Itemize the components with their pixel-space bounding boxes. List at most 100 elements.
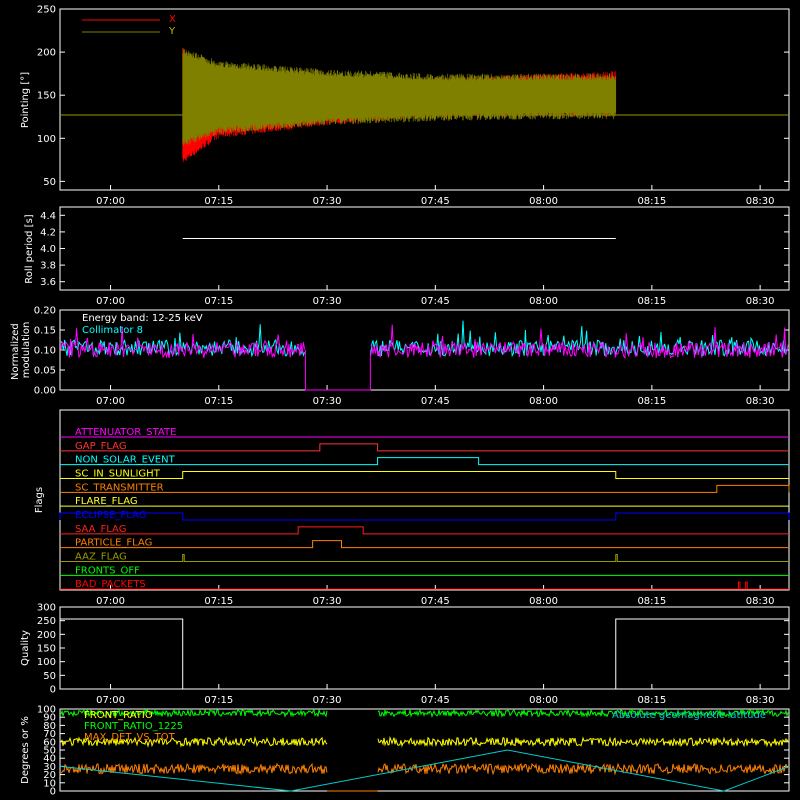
y-tick-label: 250	[37, 5, 56, 16]
flag-line	[60, 554, 789, 562]
modulation-ylabel-line1: Normalized	[10, 323, 21, 380]
y-tick-label: 300	[37, 603, 56, 614]
x-tick-label: 08:00	[529, 695, 558, 706]
y-tick-label: 3.6	[40, 277, 56, 288]
quality-panel: Quality 050100150200250300 07:00 07:15 07:…	[20, 603, 790, 706]
x-tick-label: 08:15	[637, 296, 666, 307]
x-tick-label: 07:00	[96, 196, 125, 207]
flag-label: ATTENUATOR_STATE	[75, 427, 176, 438]
x-tick-label: 08:15	[637, 596, 666, 607]
x-tick-label: 08:00	[529, 396, 558, 407]
x-tick-label: 08:00	[529, 296, 558, 307]
x-tick-label: 07:45	[421, 296, 450, 307]
x-tick-label: 07:00	[96, 596, 125, 607]
pointing-panel: Pointing [°] 50100150200250 07:00 07:15 07…	[20, 5, 790, 207]
roll-period-xaxis-ticks: 07:00 07:15 07:30 07:45 08:00 08:15 08:30	[96, 285, 775, 307]
modulation-ylabel: Normalized modulation	[10, 320, 32, 380]
quality-xaxis-ticks: 07:00 07:15 07:30 07:45 08:00 08:15 08:30	[96, 684, 775, 706]
pointing-series	[60, 47, 789, 163]
x-tick-label: 07:00	[96, 396, 125, 407]
quality-series	[60, 618, 789, 690]
y-tick-label: 0.00	[34, 386, 56, 397]
front-ratio-1225-legend: FRONT_RATIO_1225	[84, 721, 183, 732]
y-tick-label: 150	[37, 644, 56, 655]
flag-label: GAP_FLAG	[75, 441, 127, 452]
x-tick-label: 08:30	[746, 596, 775, 607]
flag-line	[60, 484, 790, 493]
y-tick-label: 100	[37, 134, 56, 145]
x-tick-label: 07:45	[421, 196, 450, 207]
max-det-legend: MAX_DET_VS_TOT	[84, 732, 176, 743]
front-ratio-legend: FRONT_RATIO	[84, 710, 153, 721]
flag-line	[60, 540, 789, 549]
x-tick-label: 07:45	[421, 596, 450, 607]
pointing-ylabel: Pointing [°]	[20, 72, 31, 128]
flag-label: FLARE_FLAG	[75, 496, 138, 507]
y-tick-label: 50	[43, 177, 56, 188]
y-tick-label: 0.05	[34, 366, 56, 377]
x-tick-label: 08:15	[637, 196, 666, 207]
pointing-legend: X Y	[82, 14, 176, 37]
modulation-ylabel-line2: modulation	[21, 322, 32, 379]
quality-ylabel: Quality	[20, 630, 31, 666]
pointing-xaxis-ticks: 07:00 07:15 07:30 07:45 08:00 08:15 08:30	[96, 185, 775, 207]
modulation-panel: Normalized modulation 0.00 0.05 0.10 0.15 0.…	[10, 306, 790, 407]
y-tick-label: 0.20	[34, 306, 56, 317]
flag-line	[60, 443, 789, 452]
y-tick-label: 100	[37, 657, 56, 668]
x-tick-label: 07:30	[313, 596, 342, 607]
x-tick-label: 08:30	[746, 396, 775, 407]
quality-yaxis-ticks: 0 50 100 150 200 250 300	[37, 603, 789, 696]
x-tick-label: 07:30	[313, 296, 342, 307]
y-tick-label: 4.2	[40, 227, 56, 238]
x-tick-label: 08:15	[637, 396, 666, 407]
flag-label: BAD_PACKETS	[75, 579, 146, 590]
x-tick-label: 07:15	[204, 396, 233, 407]
roll-period-panel: Roll period [s] 3.63.84.04.24.4 07:00 07:…	[24, 206, 790, 307]
modulation-xaxis-ticks: 07:00 07:15 07:30 07:45 08:00 08:15 08:30	[96, 385, 775, 407]
legend-x-label: X	[169, 14, 176, 25]
flag-line	[60, 471, 789, 479]
x-tick-label: 07:15	[204, 296, 233, 307]
flags-xaxis-ticks: 07:00 07:15 07:30 07:45 08:00 08:15 08:30	[96, 585, 775, 607]
y-tick-label: 0.15	[34, 326, 56, 337]
x-tick-label: 08:30	[746, 196, 775, 207]
ratios-ylabel: Degrees or %	[20, 716, 31, 784]
roll-period-ylabel: Roll period [s]	[24, 214, 35, 283]
x-tick-label: 07:30	[313, 396, 342, 407]
x-tick-label: 07:00	[96, 695, 125, 706]
x-tick-label: 07:30	[313, 695, 342, 706]
modulation-gap	[304, 350, 371, 391]
y-tick-label: 200	[37, 48, 56, 59]
y-tick-label: 3.8	[40, 261, 56, 272]
quality-line	[60, 618, 789, 690]
x-tick-label: 07:30	[313, 196, 342, 207]
pointing-series-y	[182, 48, 617, 146]
x-tick-label: 07:15	[204, 196, 233, 207]
flag-line	[60, 581, 789, 590]
x-tick-label: 07:15	[204, 695, 233, 706]
x-tick-label: 07:45	[421, 695, 450, 706]
y-tick-label: 0.10	[34, 346, 56, 357]
flag-line	[59, 512, 790, 521]
x-tick-label: 08:00	[529, 196, 558, 207]
x-tick-label: 08:30	[746, 296, 775, 307]
flag-label: NON_SOLAR_EVENT	[75, 455, 176, 466]
x-tick-label: 08:15	[637, 695, 666, 706]
x-tick-label: 07:00	[96, 296, 125, 307]
x-tick-label: 08:00	[529, 596, 558, 607]
y-tick-label: 4.0	[40, 244, 56, 255]
flag-label: ECLIPSE_FLAG	[75, 510, 146, 521]
ratios-panel: Degrees or % 0102030405060708090100 FRON…	[20, 705, 790, 798]
flags-panel: Flags 07:00 07:15 07:30 07:45 08:00 08:15 08:3…	[34, 409, 790, 607]
y-tick-label: 250	[37, 616, 56, 627]
flag-label: SAA_FLAG	[75, 524, 126, 535]
flag-label: SC_IN_SUNLIGHT	[75, 469, 161, 480]
flag-label: FRONTS_OFF	[75, 565, 140, 576]
flag-line	[60, 526, 789, 535]
x-tick-label: 07:15	[204, 596, 233, 607]
y-tick-label: 100	[37, 705, 56, 716]
flag-label: SC_TRANSMITTER	[75, 482, 164, 493]
y-tick-label: 150	[37, 91, 56, 102]
roll-period-plot-frame	[59, 206, 790, 291]
